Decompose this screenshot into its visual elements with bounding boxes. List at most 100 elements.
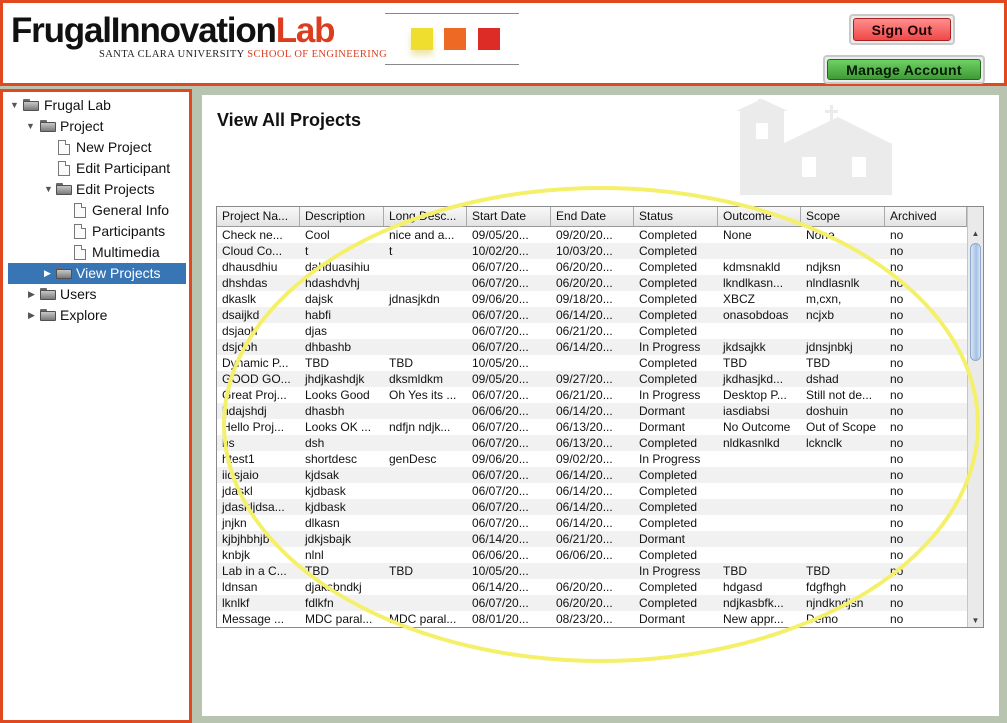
column-header-archived[interactable]: Archived <box>885 207 967 226</box>
tree-label-frugal-lab: Frugal Lab <box>44 97 111 113</box>
table-row[interactable]: jnjkn dlkasn 06/07/20... 06/14/20... Complet… <box>217 515 967 531</box>
table-row[interactable]: Hello Proj... Looks OK ... ndfjn ndjk... 06… <box>217 419 967 435</box>
column-header-outcome[interactable]: Outcome <box>718 207 801 226</box>
tree-node-project[interactable]: ▼ Project <box>8 116 186 137</box>
table-row[interactable]: dsaijkd habfi 06/07/20... 06/14/20... Comple… <box>217 307 967 323</box>
tree-node-participants[interactable]: Participants <box>8 221 186 242</box>
expanded-triangle-icon[interactable]: ▼ <box>10 95 19 116</box>
tree-node-explore[interactable]: ▶ Explore <box>8 305 186 326</box>
column-header-long-desc[interactable]: Long Desc... <box>384 207 467 226</box>
table-row[interactable]: iidsjaio kjdsak 06/07/20... 06/14/20... Comp… <box>217 467 967 483</box>
table-row[interactable]: ldnsan djaksbndkj 06/14/20... 06/20/20... Co… <box>217 579 967 595</box>
column-header-start-date[interactable]: Start Date <box>467 207 551 226</box>
manage-account-button[interactable]: Manage Account <box>823 55 985 84</box>
column-header-status[interactable]: Status <box>634 207 718 226</box>
collapsed-triangle-icon[interactable]: ▶ <box>28 284 35 305</box>
table-cell-end-date: 06/21/20... <box>556 388 613 402</box>
table-cell-project-na: dsjaoh <box>222 324 258 338</box>
table-cell-scope <box>801 547 885 563</box>
table-cell-description: dahduasihiu <box>305 260 370 274</box>
table-cell-status: Dormant <box>639 532 686 546</box>
table-row[interactable]: dsjdbh dhbashb 06/07/20... 06/14/20... In Pr… <box>217 339 967 355</box>
table-cell-status: In Progress <box>639 340 701 354</box>
tree-node-users[interactable]: ▶ Users <box>8 284 186 305</box>
collapsed-triangle-icon[interactable]: ▶ <box>28 305 35 326</box>
table-row[interactable]: jdaskl kjdbask 06/07/20... 06/14/20... Compl… <box>217 483 967 499</box>
table-cell-project-na: knbjk <box>222 548 251 562</box>
table-row[interactable]: dkaslk dajsk jdnasjkdn 09/06/20... 09/18/20.… <box>217 291 967 307</box>
scroll-down-arrow-icon[interactable]: ▼ <box>970 616 981 625</box>
table-cell-description: dhasbh <box>305 404 345 418</box>
table-cell-description: jdkjsbajk <box>305 532 352 546</box>
tree-node-view-projects[interactable]: ▶ View Projects <box>8 263 186 284</box>
table-cell-archived: no <box>890 420 904 434</box>
table-cell-project-na: htest1 <box>222 452 255 466</box>
table-cell-archived: no <box>890 308 904 322</box>
table-row[interactable]: hdajshdj dhasbh 06/06/20... 06/14/20... Dorm… <box>217 403 967 419</box>
table-cell-archived: no <box>890 500 904 514</box>
table-cell-start-date: 06/14/20... <box>472 532 529 546</box>
expanded-triangle-icon[interactable]: ▼ <box>26 116 35 137</box>
table-cell-description: dsh <box>305 436 325 450</box>
table-cell-scope: njndkndjsn <box>806 596 864 610</box>
table-cell-start-date: 06/07/20... <box>472 388 529 402</box>
tree-node-multimedia[interactable]: Multimedia <box>8 242 186 263</box>
table-row[interactable]: Dynamic P... TBD TBD 10/05/20... Completed TB… <box>217 355 967 371</box>
table-cell-scope: ncjxb <box>806 308 835 322</box>
table-row[interactable]: dsjaoh djas 06/07/20... 06/21/20... Complete… <box>217 323 967 339</box>
table-row[interactable]: Cloud Co... t t 10/02/20... 10/03/20... Compl… <box>217 243 967 259</box>
sign-out-button[interactable]: Sign Out <box>849 14 955 45</box>
projects-table[interactable]: Project Na... Description Long Desc... Star… <box>216 206 984 628</box>
table-body[interactable]: Check ne... Cool nice and a... 09/05/20... 0… <box>217 227 967 627</box>
vertical-scrollbar[interactable]: ▲ ▼ <box>967 207 983 627</box>
table-cell-long-desc <box>384 483 467 499</box>
table-cell-project-na: jdaskl <box>222 484 253 498</box>
table-row[interactable]: jdaskljdsa... kjdbask 06/07/20... 06/14/20.… <box>217 499 967 515</box>
table-row[interactable]: knbjk nlnl 06/06/20... 06/06/20... Completed… <box>217 547 967 563</box>
table-row[interactable]: Check ne... Cool nice and a... 09/05/20... 0… <box>217 227 967 243</box>
table-row[interactable]: kjbjhbhjb jdkjsbajk 06/14/20... 06/21/20...… <box>217 531 967 547</box>
tree-node-general-info[interactable]: General Info <box>8 200 186 221</box>
column-header-end-date[interactable]: End Date <box>551 207 634 226</box>
tree-node-edit-projects[interactable]: ▼ Edit Projects <box>8 179 186 200</box>
column-header-description[interactable]: Description <box>300 207 384 226</box>
table-row[interactable]: Message ... MDC paral... MDC paral... 08/01… <box>217 611 967 627</box>
column-header-scope[interactable]: Scope <box>801 207 885 226</box>
table-row[interactable]: lknlkf fdlkfn 06/07/20... 06/20/20... Comple… <box>217 595 967 611</box>
table-cell-project-na: hs <box>222 436 235 450</box>
table-cell-project-na: Lab in a C... <box>222 564 287 578</box>
table-cell-long-desc: jdnasjkdn <box>389 292 440 306</box>
table-row[interactable]: Lab in a C... TBD TBD 10/05/20... In Progres… <box>217 563 967 579</box>
column-header-project-na[interactable]: Project Na... <box>217 207 300 226</box>
tree-node-frugal-lab[interactable]: ▼ Frugal Lab <box>8 95 186 116</box>
table-row[interactable]: Great Proj... Looks Good Oh Yes its ... 06/… <box>217 387 967 403</box>
table-cell-status: Completed <box>639 484 698 498</box>
table-cell-description: TBD <box>305 356 329 370</box>
table-cell-long-desc <box>384 467 467 483</box>
table-row[interactable]: dhshdas hdashdvhj 06/07/20... 06/20/20... Co… <box>217 275 967 291</box>
table-cell-outcome <box>718 515 801 531</box>
table-cell-start-date: 06/06/20... <box>472 404 529 418</box>
table-cell-description: kjdbask <box>305 500 346 514</box>
table-cell-outcome: Desktop P... <box>723 388 787 402</box>
tree-node-edit-participant[interactable]: Edit Participant <box>8 158 186 179</box>
document-icon <box>58 140 70 155</box>
table-cell-long-desc: MDC paral... <box>389 612 457 626</box>
collapsed-triangle-icon[interactable]: ▶ <box>44 263 51 284</box>
table-cell-project-na: dsaijkd <box>222 308 260 322</box>
table-row[interactable]: htest1 shortdesc genDesc 09/06/20... 09/02/2… <box>217 451 967 467</box>
scroll-thumb[interactable] <box>970 243 981 361</box>
table-cell-status: Completed <box>639 500 698 514</box>
table-cell-scope <box>801 323 885 339</box>
expanded-triangle-icon[interactable]: ▼ <box>44 179 53 200</box>
table-row[interactable]: dhausdhiu dahduasihiu 06/07/20... 06/20/20.… <box>217 259 967 275</box>
table-cell-description: shortdesc <box>305 452 358 466</box>
table-row[interactable]: GOOD GO... jhdjkashdjk dksmldkm 09/05/20...… <box>217 371 967 387</box>
table-cell-description: kjdsak <box>305 468 340 482</box>
tree-node-new-project[interactable]: New Project <box>8 137 186 158</box>
table-row[interactable]: hs dsh 06/07/20... 06/13/20... Completed nldk… <box>217 435 967 451</box>
scroll-up-arrow-icon[interactable]: ▲ <box>970 229 981 238</box>
color-swatches <box>385 13 519 65</box>
table-header: Project Na... Description Long Desc... Star… <box>217 207 967 227</box>
folder-icon <box>40 288 56 300</box>
